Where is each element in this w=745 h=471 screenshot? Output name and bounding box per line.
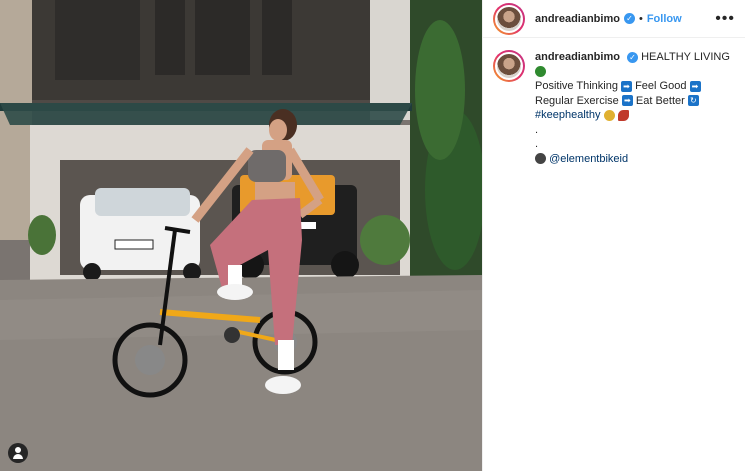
refresh-icon: ↻: [687, 95, 699, 107]
author-username[interactable]: andreadianbimo: [535, 13, 620, 25]
post-header: andreadianbimo ✓ • Follow •••: [483, 0, 745, 38]
caption-line1-a: Positive Thinking: [535, 80, 618, 92]
follow-button[interactable]: Follow: [647, 13, 682, 25]
caption-text: andreadianbimo ✓ HEALTHY LIVING Positive…: [535, 50, 730, 166]
verified-badge-icon: ✓: [623, 13, 635, 24]
caption-dot-1: .: [535, 123, 539, 136]
caption-dot-2: .: [535, 138, 539, 150]
right-arrow-icon: ➡: [689, 80, 701, 92]
caption-line2-b: Eat Better: [635, 94, 685, 107]
green-leaf-icon: [535, 66, 546, 78]
caption-headline: HEALTHY LIVING: [641, 51, 730, 63]
photo-scene: [0, 0, 482, 471]
post-sidebar: andreadianbimo ✓ • Follow ••• andreadian…: [482, 0, 745, 471]
leaf-icon: [617, 109, 629, 121]
verified-badge-icon: ✓: [627, 51, 639, 63]
hashtag-link[interactable]: #keephealthy: [535, 109, 600, 121]
author-avatar[interactable]: [493, 2, 525, 35]
separator-dot: •: [638, 12, 643, 25]
right-arrow-icon: ➡: [621, 80, 633, 92]
mention-link[interactable]: @elementbikeid: [549, 153, 628, 165]
instagram-post: andreadianbimo ✓ • Follow ••• andreadian…: [0, 0, 745, 471]
post-photo[interactable]: [0, 0, 482, 471]
caption-line2-a: Regular Exercise: [535, 94, 619, 107]
caption-line1-b: Feel Good: [635, 80, 687, 92]
right-arrow-icon: ➡: [621, 95, 633, 107]
caption-username[interactable]: andreadianbimo: [535, 51, 620, 63]
tagged-user-icon[interactable]: [8, 443, 28, 463]
caption-avatar[interactable]: [493, 50, 525, 82]
more-options-icon[interactable]: •••: [715, 10, 735, 28]
bicycle-icon: [535, 153, 546, 165]
caption-block: andreadianbimo ✓ HEALTHY LIVING Positive…: [483, 38, 745, 178]
sunflower-icon: [603, 109, 615, 121]
